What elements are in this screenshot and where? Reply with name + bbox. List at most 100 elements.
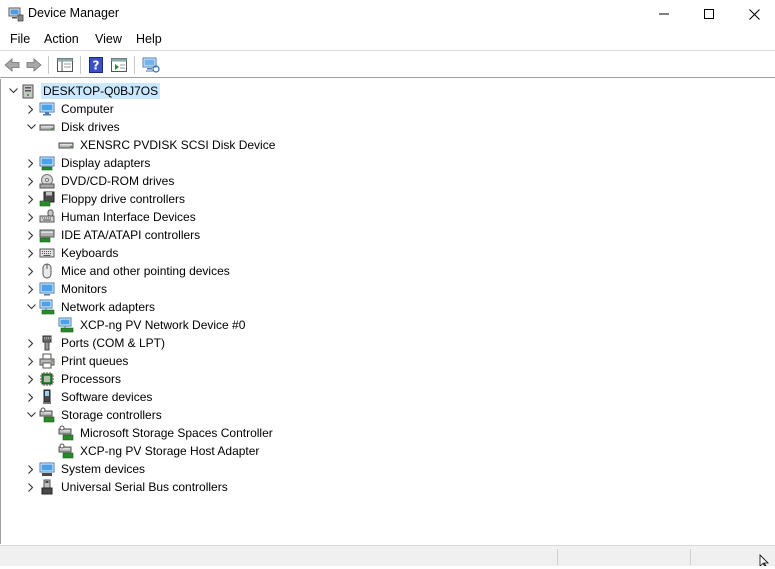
status-divider — [557, 549, 558, 565]
tree-category-label: Mice and other pointing devices — [61, 264, 230, 278]
tree-device-label: XCP-ng PV Network Device #0 — [80, 318, 246, 332]
maximize-button[interactable] — [686, 0, 732, 28]
tree-category-label: Human Interface Devices — [61, 210, 196, 224]
tree-category-label: Keyboards — [61, 246, 119, 260]
tree-category-human-interface-devices[interactable]: Human Interface Devices — [23, 208, 198, 226]
expand-chevron-icon[interactable] — [23, 352, 39, 370]
keyboard-icon — [39, 245, 55, 261]
usb-controller-icon — [39, 479, 55, 495]
tree-category-label: Ports (COM & LPT) — [61, 336, 166, 350]
tree-category-disk-drives[interactable]: Disk drives — [23, 118, 122, 136]
collapse-chevron-icon[interactable] — [23, 118, 39, 136]
storage-controller-icon — [39, 407, 55, 423]
expand-chevron-icon[interactable] — [23, 172, 39, 190]
tree-category-processors[interactable]: Processors — [23, 370, 123, 388]
tree-category-ports-com-lpt[interactable]: Ports (COM & LPT) — [23, 334, 167, 352]
title-bar: Device Manager — [0, 0, 775, 28]
tree-category-network-adapters[interactable]: Network adapters — [23, 298, 157, 316]
tree-category-computer[interactable]: Computer — [23, 100, 116, 118]
tree-category-print-queues[interactable]: Print queues — [23, 352, 130, 370]
menu-file[interactable]: File — [9, 32, 31, 46]
floppy-controller-icon — [39, 191, 55, 207]
expand-chevron-icon[interactable] — [23, 154, 39, 172]
tree-category-software-devices[interactable]: Software devices — [23, 388, 154, 406]
properties-icon — [111, 58, 127, 72]
expand-chevron-icon[interactable] — [23, 370, 39, 388]
properties-button[interactable] — [109, 55, 129, 75]
network-adapter-icon — [39, 299, 55, 315]
storage-controller-icon — [58, 443, 74, 459]
dvd-drive-icon — [39, 173, 55, 189]
mouse-icon — [39, 263, 55, 279]
scan-hardware-button[interactable] — [141, 55, 161, 75]
menu-help[interactable]: Help — [135, 32, 163, 46]
menu-action[interactable]: Action — [43, 32, 80, 46]
tree-category-keyboards[interactable]: Keyboards — [23, 244, 120, 262]
maximize-icon — [704, 9, 714, 19]
back-button[interactable] — [2, 55, 22, 75]
tree-device-item[interactable]: Microsoft Storage Spaces Controller — [58, 424, 275, 442]
tree-device-item[interactable]: XCP-ng PV Network Device #0 — [58, 316, 247, 334]
tree-device-item[interactable]: XENSRC PVDISK SCSI Disk Device — [58, 136, 277, 154]
expand-chevron-icon[interactable] — [23, 334, 39, 352]
expand-chevron-icon[interactable] — [23, 262, 39, 280]
expand-chevron-icon[interactable] — [23, 244, 39, 262]
tree-category-universal-serial-bus-controllers[interactable]: Universal Serial Bus controllers — [23, 478, 230, 496]
forward-button[interactable] — [24, 55, 44, 75]
expand-chevron-icon[interactable] — [23, 100, 39, 118]
expand-chevron-icon[interactable] — [23, 190, 39, 208]
forward-arrow-icon — [26, 58, 42, 72]
tree-category-mice-and-other-pointing-devices[interactable]: Mice and other pointing devices — [23, 262, 232, 280]
show-hide-console-tree-button[interactable] — [55, 55, 75, 75]
tree-device-label: XENSRC PVDISK SCSI Disk Device — [80, 138, 276, 152]
expand-chevron-icon[interactable] — [23, 478, 39, 496]
tree-root-computer-node[interactable]: DESKTOP-Q0BJ7OS — [5, 82, 161, 100]
tree-category-label: Display adapters — [61, 156, 151, 170]
tree-category-label: Monitors — [61, 282, 108, 296]
collapse-chevron-icon[interactable] — [5, 82, 21, 100]
window-title: Device Manager — [28, 6, 120, 20]
printer-icon — [39, 353, 55, 369]
processor-icon — [39, 371, 55, 387]
tree-category-ide-ata-atapi-controllers[interactable]: IDE ATA/ATAPI controllers — [23, 226, 202, 244]
hid-icon — [39, 209, 55, 225]
minimize-button[interactable] — [641, 0, 687, 28]
tree-category-storage-controllers[interactable]: Storage controllers — [23, 406, 164, 424]
console-tree-icon — [57, 58, 73, 72]
device-tree[interactable]: DESKTOP-Q0BJ7OS Computer Disk drives XENSR… — [0, 79, 775, 544]
disk-drive-icon — [39, 119, 55, 135]
menu-bar: File Action View Help — [0, 29, 775, 51]
close-button[interactable] — [731, 0, 775, 28]
system-device-icon — [39, 461, 55, 477]
expand-chevron-icon[interactable] — [23, 226, 39, 244]
close-icon — [748, 8, 760, 20]
help-button[interactable]: ? — [86, 55, 106, 75]
network-adapter-icon — [58, 317, 74, 333]
tree-category-label: Print queues — [61, 354, 129, 368]
tree-category-label: System devices — [61, 462, 146, 476]
expand-chevron-icon[interactable] — [23, 280, 39, 298]
display-adapter-icon — [39, 155, 55, 171]
tree-category-floppy-drive-controllers[interactable]: Floppy drive controllers — [23, 190, 187, 208]
expand-chevron-icon[interactable] — [23, 460, 39, 478]
menu-view[interactable]: View — [94, 32, 123, 46]
tree-category-label: Storage controllers — [61, 408, 162, 422]
disk-drive-icon — [58, 137, 74, 153]
tree-category-label: Floppy drive controllers — [61, 192, 186, 206]
resize-grip-icon[interactable] — [758, 554, 770, 567]
monitor-icon — [39, 281, 55, 297]
tree-category-label: Disk drives — [61, 120, 120, 134]
tree-category-monitors[interactable]: Monitors — [23, 280, 109, 298]
tree-device-item[interactable]: XCP-ng PV Storage Host Adapter — [58, 442, 261, 460]
tree-category-display-adapters[interactable]: Display adapters — [23, 154, 152, 172]
computer-icon — [39, 101, 55, 117]
collapse-chevron-icon[interactable] — [23, 406, 39, 424]
tree-category-system-devices[interactable]: System devices — [23, 460, 147, 478]
toolbar-separator — [48, 56, 49, 74]
status-bar — [0, 545, 775, 566]
expand-chevron-icon[interactable] — [23, 208, 39, 226]
expand-chevron-icon[interactable] — [23, 388, 39, 406]
collapse-chevron-icon[interactable] — [23, 298, 39, 316]
tree-device-label: Microsoft Storage Spaces Controller — [80, 426, 273, 440]
tree-category-dvd-cd-rom-drives[interactable]: DVD/CD-ROM drives — [23, 172, 176, 190]
